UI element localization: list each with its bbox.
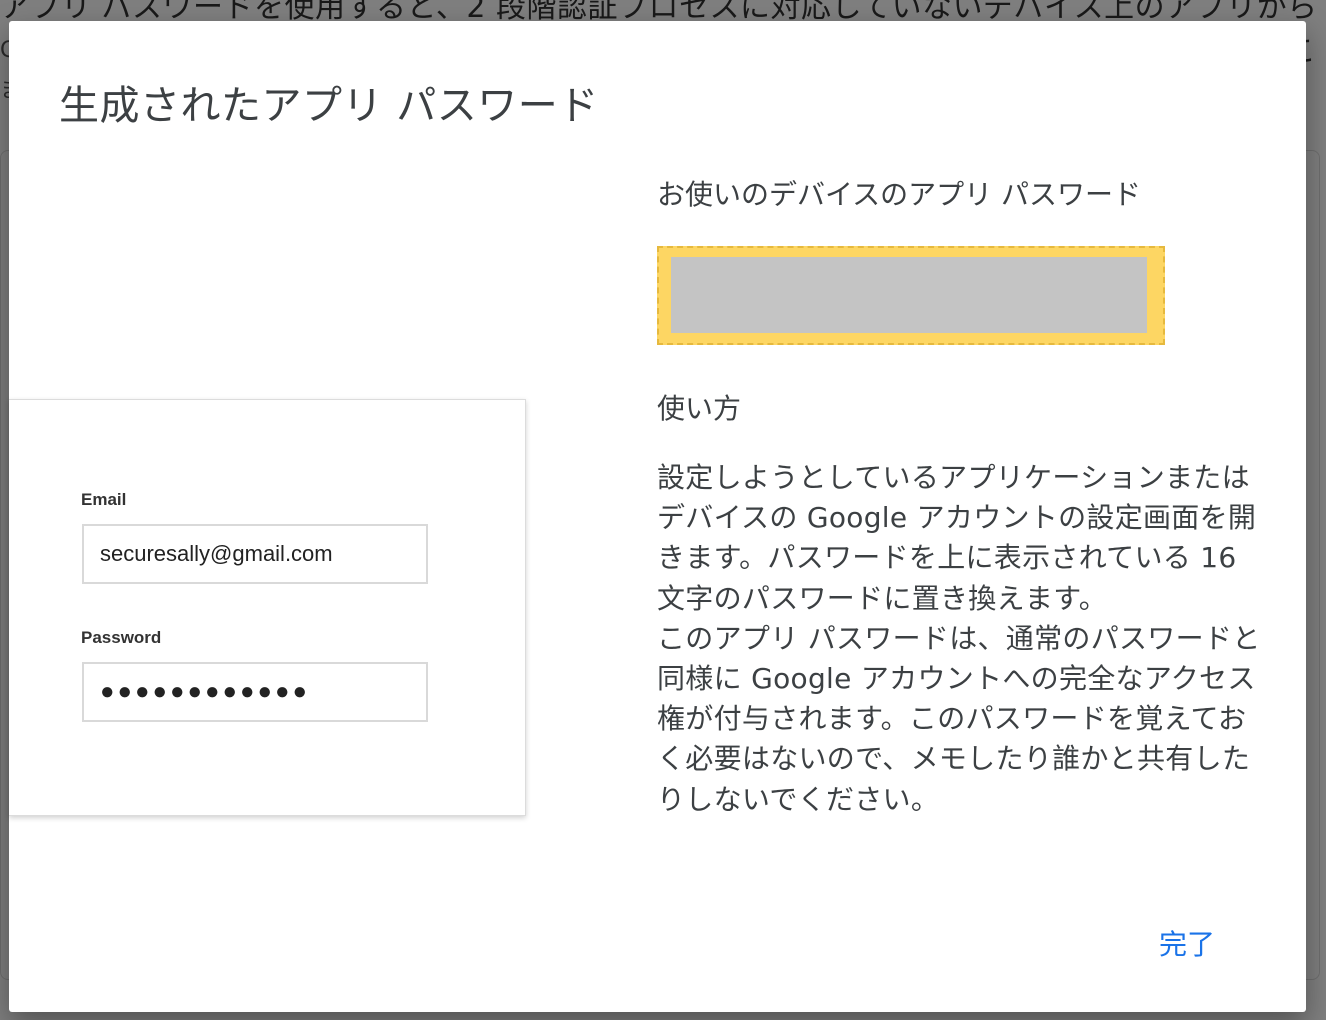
login-illustration: Email securesally@gmail.com Password ●●●… bbox=[9, 399, 526, 816]
instruction-paragraph: このアプリ パスワードは、通常のパスワードと同様に Google アカウントへの… bbox=[657, 621, 1261, 816]
dialog-title: 生成されたアプリ パスワード bbox=[59, 83, 599, 129]
illustration-password-label: Password bbox=[81, 628, 162, 647]
illustration-email-field: securesally@gmail.com bbox=[82, 524, 428, 584]
generated-password-box[interactable] bbox=[657, 246, 1165, 345]
illustration-password-field: ●●●●●●●●●●●● bbox=[82, 662, 428, 722]
done-button[interactable]: 完了 bbox=[1159, 923, 1215, 963]
instruction-paragraph: 設定しようとしているアプリケーションまたはデバイスの Google アカウントの… bbox=[657, 461, 1257, 615]
howto-heading: 使い方 bbox=[657, 392, 742, 425]
generated-password-redacted bbox=[671, 257, 1147, 333]
illustration-email-label: Email bbox=[81, 490, 127, 509]
app-password-dialog: 生成されたアプリ パスワード Email securesally@gmail.c… bbox=[9, 21, 1306, 1012]
instructions: 設定しようとしているアプリケーションまたはデバイスの Google アカウントの… bbox=[657, 458, 1269, 820]
device-password-label: お使いのデバイスのアプリ パスワード bbox=[657, 178, 1142, 211]
